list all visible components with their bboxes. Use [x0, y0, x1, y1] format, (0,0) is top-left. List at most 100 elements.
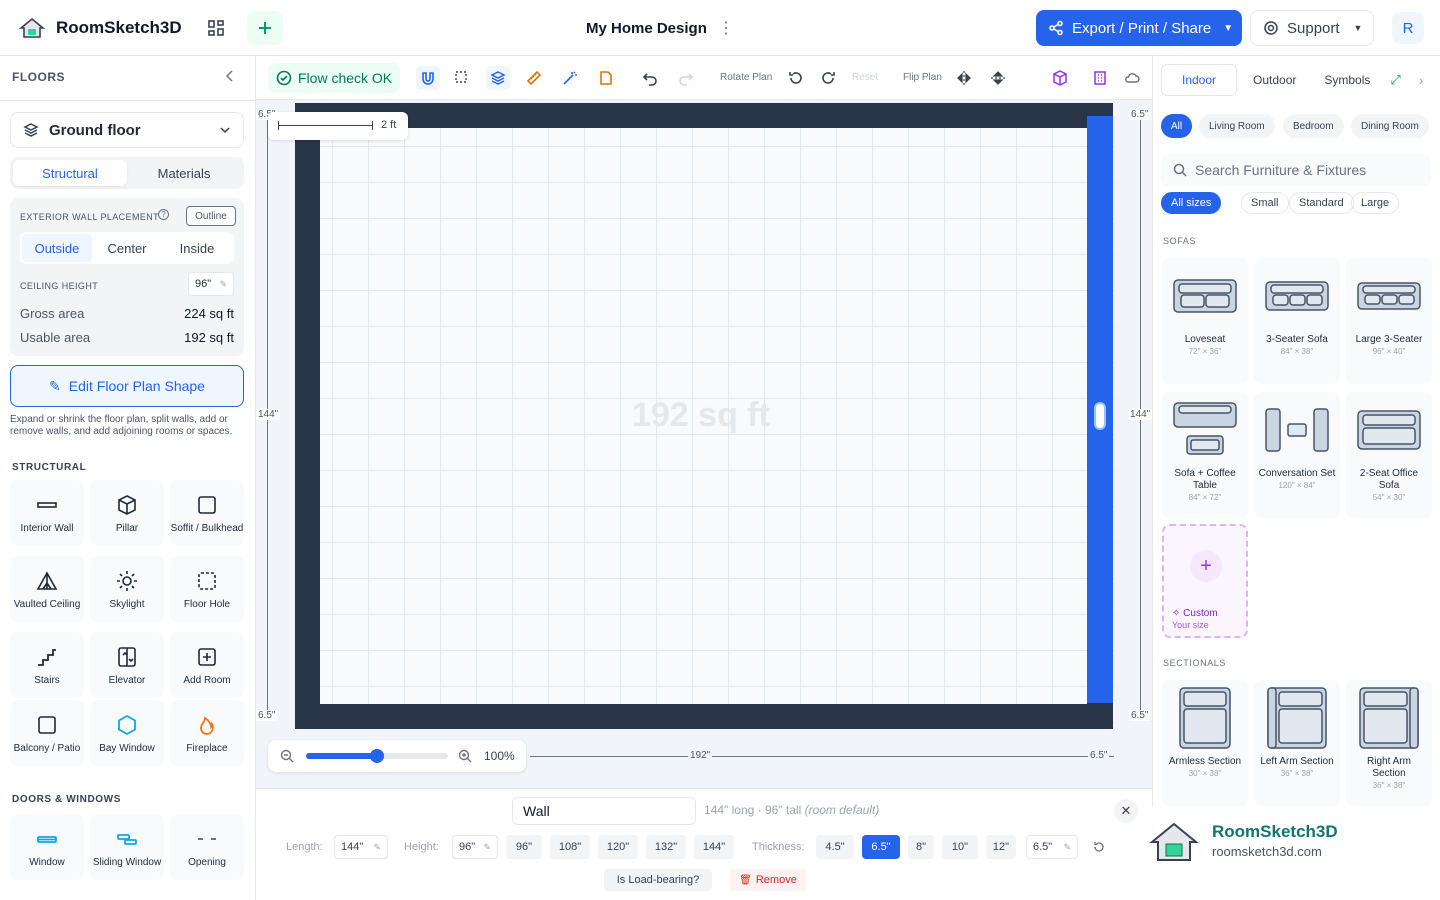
- zoom-out-icon[interactable]: [280, 749, 294, 763]
- thickness-preset[interactable]: 8": [908, 835, 934, 859]
- placement-inside[interactable]: Inside: [162, 234, 232, 262]
- thickness-preset-selected[interactable]: 6.5": [862, 835, 900, 859]
- placement-center[interactable]: Center: [92, 234, 162, 262]
- document-title[interactable]: My Home Design: [586, 20, 707, 37]
- select-tool[interactable]: [452, 68, 472, 88]
- tool-soffit[interactable]: Soffit / Bulkhead: [170, 480, 244, 546]
- tool-opening[interactable]: Opening: [170, 814, 244, 880]
- thickness-preset[interactable]: 4.5": [816, 835, 854, 859]
- furniture-sofa-coffee-table[interactable]: Sofa + Coffee Table 84" × 72": [1162, 392, 1248, 518]
- tab-symbols[interactable]: Symbols: [1312, 64, 1382, 96]
- flip-horizontal-button[interactable]: [954, 68, 974, 88]
- furniture-3-seater-sofa[interactable]: 3-Seater Sofa 84" × 38": [1254, 258, 1340, 384]
- flip-vertical-button[interactable]: [988, 68, 1008, 88]
- thickness-preset[interactable]: 12": [986, 835, 1016, 859]
- category-living-room[interactable]: Living Room: [1199, 114, 1275, 138]
- tool-window[interactable]: Window: [10, 814, 84, 880]
- wall-bottom[interactable]: [295, 704, 1113, 729]
- chevron-right-icon[interactable]: ›: [1419, 72, 1424, 88]
- 3d-view-button[interactable]: [1050, 68, 1070, 88]
- thickness-preset[interactable]: 10": [942, 835, 978, 859]
- edit-floor-plan-button[interactable]: ✎ Edit Floor Plan Shape: [10, 365, 244, 407]
- help-icon[interactable]: ?: [158, 209, 169, 220]
- size-standard[interactable]: Standard: [1289, 192, 1354, 214]
- length-input[interactable]: 144" ✎: [334, 835, 388, 859]
- floor-plan-canvas[interactable]: 192 sq ft 6.5" 6.5" 144" 144" 6.5" 6.5" …: [256, 100, 1152, 788]
- furniture-armless-section[interactable]: Armless Section 30" × 38": [1162, 680, 1248, 806]
- tab-indoor[interactable]: Indoor: [1161, 64, 1237, 96]
- magnet-tool[interactable]: [416, 66, 440, 90]
- height-preset[interactable]: 96": [506, 835, 542, 859]
- category-bedroom[interactable]: Bedroom: [1283, 114, 1344, 138]
- expand-icon[interactable]: ⤢: [1390, 72, 1400, 88]
- cloud-save-button[interactable]: [1122, 68, 1142, 88]
- tool-elevator[interactable]: Elevator: [90, 632, 164, 698]
- tool-sliding-window[interactable]: Sliding Window: [90, 814, 164, 880]
- layers-tool[interactable]: [486, 66, 510, 90]
- height-preset[interactable]: 132": [646, 835, 686, 859]
- tool-balcony[interactable]: Balcony / Patio: [10, 700, 84, 766]
- reset-button[interactable]: Reset: [852, 72, 878, 83]
- tab-materials[interactable]: Materials: [127, 160, 241, 186]
- tool-interior-wall[interactable]: Interior Wall: [10, 480, 84, 546]
- category-dining-room[interactable]: Dining Room: [1351, 114, 1429, 138]
- rotate-right-button[interactable]: [818, 68, 838, 88]
- custom-furniture-tile[interactable]: + ✧ Custom Your size: [1162, 524, 1248, 638]
- tool-fireplace[interactable]: Fireplace: [170, 700, 244, 766]
- redo-button[interactable]: [676, 68, 696, 88]
- tool-stairs[interactable]: Stairs: [10, 632, 84, 698]
- size-large[interactable]: Large: [1351, 192, 1400, 214]
- height-preset[interactable]: 120": [598, 835, 638, 859]
- measure-tool[interactable]: [524, 68, 544, 88]
- ceiling-height-input[interactable]: 96" ✎: [188, 272, 234, 296]
- reset-thickness-button[interactable]: [1086, 835, 1112, 859]
- close-properties-button[interactable]: ✕: [1114, 799, 1138, 823]
- furniture-large-3-seater[interactable]: Large 3-Seater 96" × 40": [1346, 258, 1432, 384]
- furniture-left-arm-section[interactable]: Left Arm Section 36" × 38": [1254, 680, 1340, 806]
- add-button[interactable]: [247, 11, 283, 45]
- tool-floor-hole[interactable]: Floor Hole: [170, 556, 244, 622]
- outline-toggle[interactable]: Outline: [186, 206, 236, 226]
- size-all[interactable]: All sizes: [1161, 192, 1222, 214]
- wall-name-input[interactable]: Wall: [512, 797, 696, 825]
- undo-button[interactable]: [640, 68, 660, 88]
- height-preset[interactable]: 144": [694, 835, 734, 859]
- export-button[interactable]: Export / Print / Share ▼: [1036, 10, 1242, 46]
- furniture-2-seat-office-sofa[interactable]: 2-Seat Office Sofa 54" × 30": [1346, 392, 1432, 518]
- tool-pillar[interactable]: Pillar: [90, 480, 164, 546]
- floor-select[interactable]: Ground floor: [10, 112, 244, 148]
- chevron-left-icon[interactable]: [222, 68, 238, 84]
- note-tool[interactable]: [596, 68, 616, 88]
- tool-vaulted-ceiling[interactable]: Vaulted Ceiling: [10, 556, 84, 622]
- size-small[interactable]: Small: [1241, 192, 1289, 214]
- support-button[interactable]: Support ▼: [1250, 10, 1374, 46]
- building-view-button[interactable]: [1090, 68, 1110, 88]
- magic-tool[interactable]: [560, 68, 580, 88]
- tab-structural[interactable]: Structural: [13, 160, 127, 186]
- remove-wall-button[interactable]: 🗑 Remove: [730, 869, 806, 891]
- tool-bay-window[interactable]: Bay Window: [90, 700, 164, 766]
- tool-skylight[interactable]: Skylight: [90, 556, 164, 622]
- more-options-icon[interactable]: ⋮: [718, 18, 734, 38]
- zoom-in-icon[interactable]: [458, 749, 472, 763]
- furniture-right-arm-section[interactable]: Right Arm Section 36" × 38": [1346, 680, 1432, 806]
- wall-resize-handle[interactable]: [1094, 402, 1106, 430]
- category-all[interactable]: All: [1161, 114, 1193, 138]
- rotate-left-button[interactable]: [786, 68, 806, 88]
- load-bearing-button[interactable]: Is Load-bearing?: [604, 869, 712, 891]
- furniture-search[interactable]: Search Furniture & Fixtures: [1161, 154, 1431, 186]
- avatar[interactable]: R: [1392, 12, 1424, 44]
- furniture-conversation-set[interactable]: Conversation Set 120" × 84": [1254, 392, 1340, 518]
- tab-outdoor[interactable]: Outdoor: [1241, 64, 1308, 96]
- thickness-input[interactable]: 6.5" ✎: [1026, 835, 1078, 859]
- furniture-loveseat[interactable]: Loveseat 72" × 36": [1162, 258, 1248, 384]
- dashboard-button[interactable]: [202, 14, 230, 42]
- wall-left[interactable]: [295, 103, 320, 729]
- tool-add-room[interactable]: Add Room: [170, 632, 244, 698]
- flow-check-status[interactable]: Flow check OK: [268, 63, 400, 93]
- placement-outside[interactable]: Outside: [22, 234, 92, 262]
- zoom-slider-thumb[interactable]: [370, 749, 384, 763]
- wall-top[interactable]: [295, 103, 1113, 128]
- height-input[interactable]: 96" ✎: [452, 835, 498, 859]
- height-preset[interactable]: 108": [550, 835, 590, 859]
